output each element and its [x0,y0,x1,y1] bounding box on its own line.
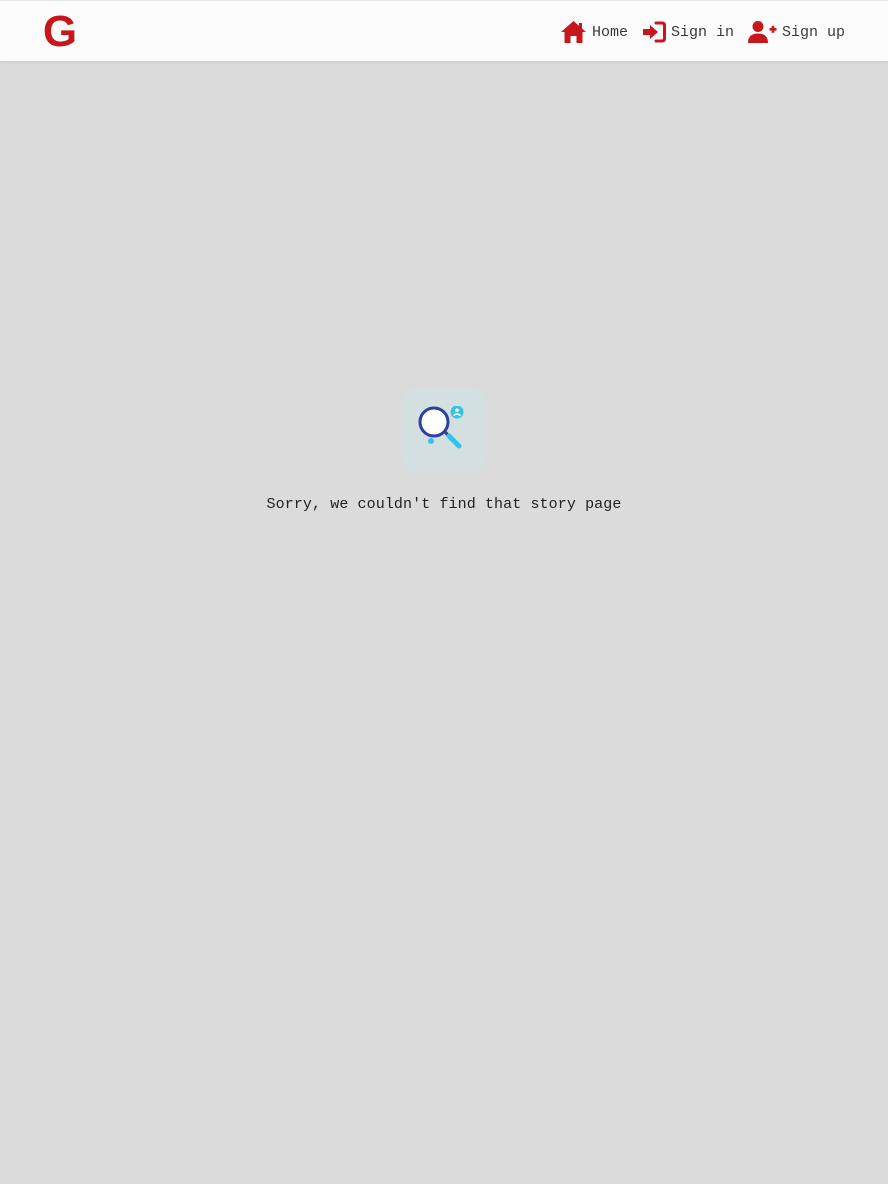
nav-home-label: Home [591,23,628,41]
sign-in-icon [642,21,666,43]
home-icon [560,20,587,44]
nav-sign-in-label: Sign in [670,23,734,41]
nav-home-link[interactable]: Home [560,20,628,44]
not-found-message: Sorry, we couldn't find that story page [266,496,622,513]
nav-links: Home Sign in Sign up [560,1,845,63]
nav-sign-up-link[interactable]: Sign up [747,20,845,44]
site-logo[interactable]: G [40,9,80,55]
top-navbar: G Home Sign in Sign up [0,0,888,62]
magnifier-search-icon [402,388,486,472]
not-found-state: Sorry, we couldn't find that story page [0,388,888,513]
nav-sign-in-link[interactable]: Sign in [642,21,734,43]
nav-sign-up-label: Sign up [781,23,845,41]
user-plus-icon [747,20,777,44]
